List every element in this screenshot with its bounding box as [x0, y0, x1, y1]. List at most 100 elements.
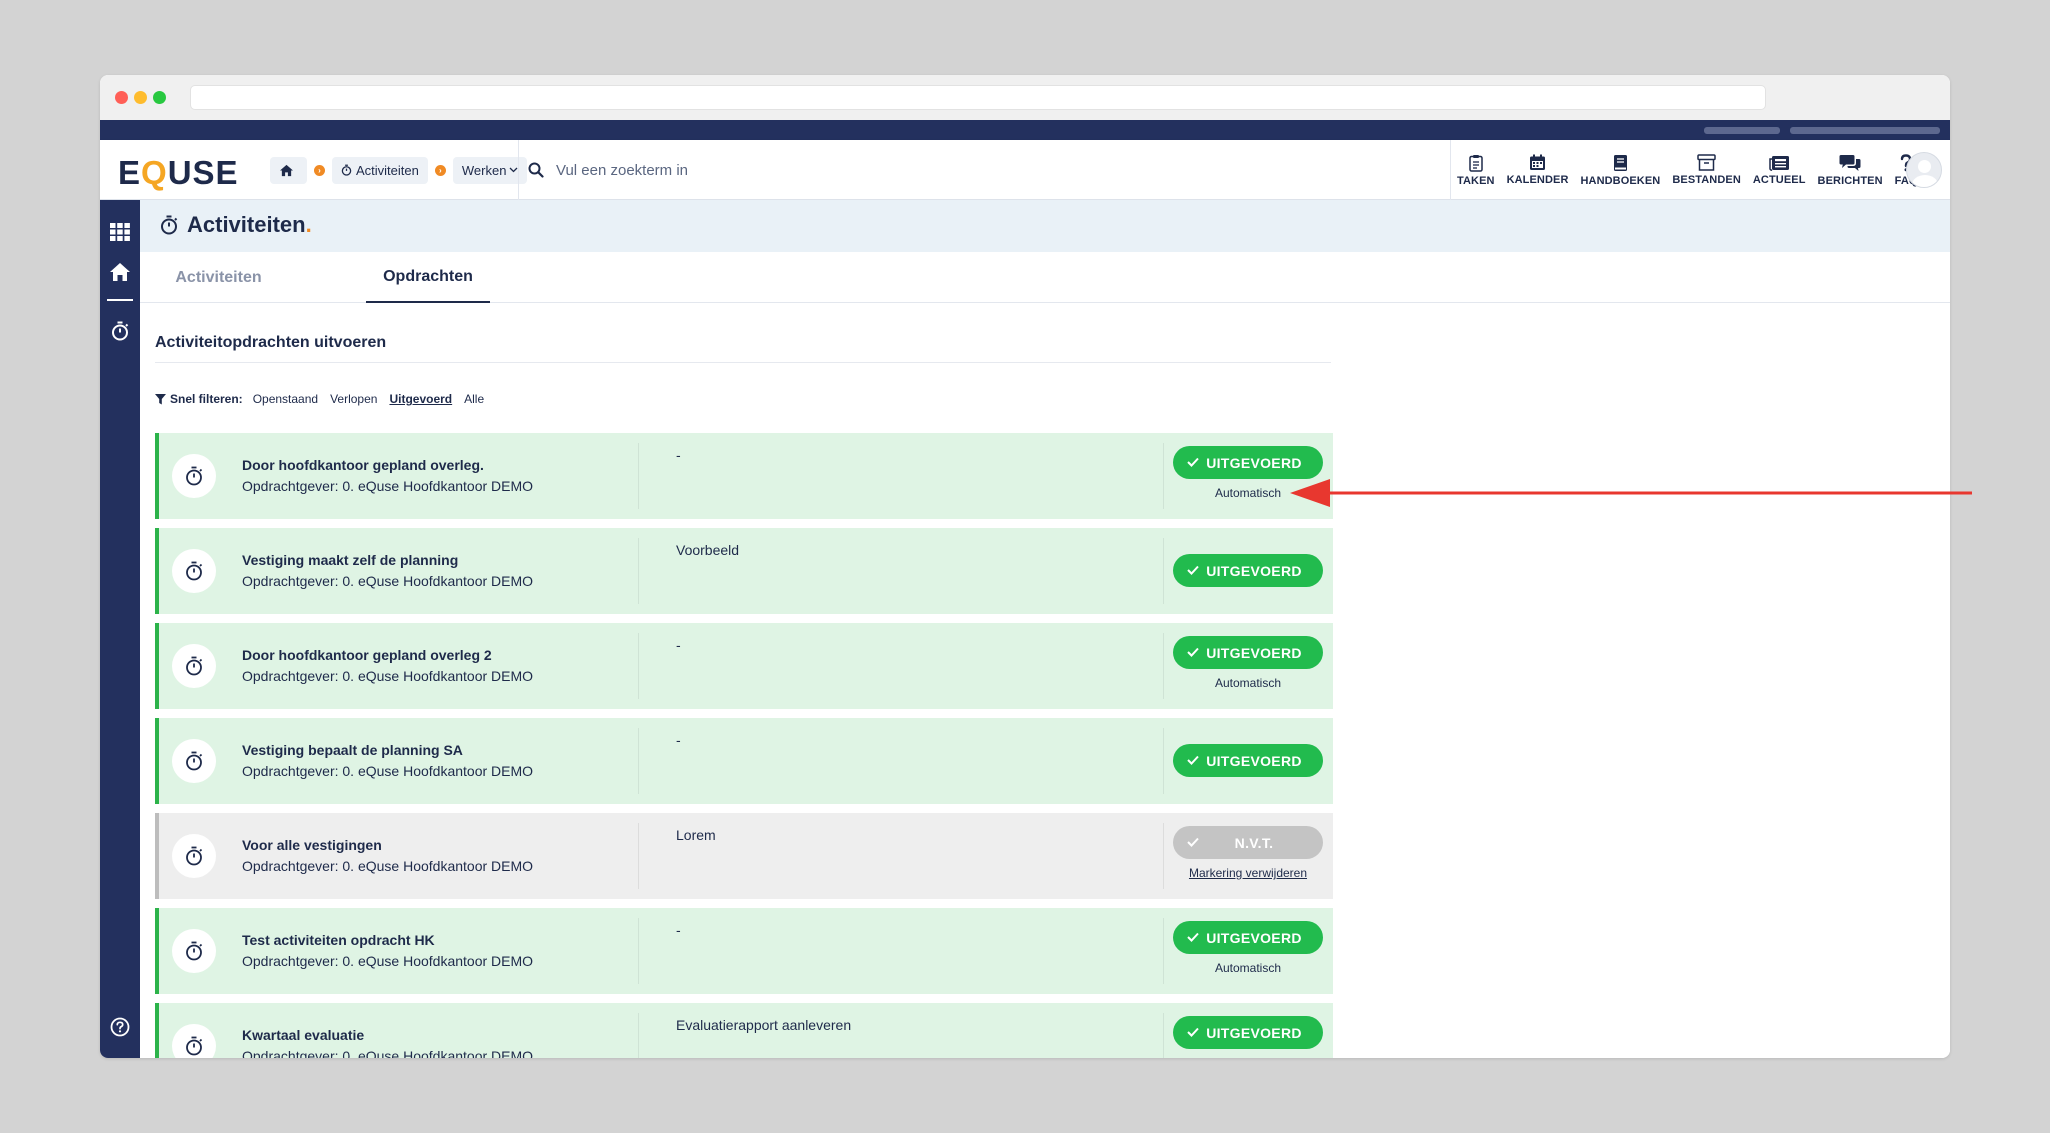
item-note: - [676, 447, 681, 463]
status-label: UITGEVOERD [1206, 752, 1302, 769]
item-title: Door hoofdkantoor gepland overleg. [242, 457, 484, 473]
newspaper-icon [1768, 155, 1789, 171]
filter-label: Snel filteren: [170, 392, 243, 406]
main-content: Activiteiten. Activiteiten Opdrachten Ac… [140, 200, 1950, 1058]
nav-bestanden[interactable]: BESTANDEN [1666, 140, 1747, 200]
close-window-button[interactable] [115, 91, 128, 104]
column-divider [638, 728, 639, 794]
status-badge[interactable]: UITGEVOERD [1173, 554, 1323, 587]
item-note: - [676, 922, 681, 938]
tab-label: Opdrachten [383, 267, 473, 285]
list-item[interactable]: Kwartaal evaluatie Opdrachtgever: 0. eQu… [155, 1003, 1333, 1058]
check-icon [1187, 565, 1199, 575]
check-icon [1187, 1027, 1199, 1037]
avatar[interactable] [1906, 152, 1942, 188]
search-input[interactable] [556, 161, 1156, 179]
column-divider [638, 538, 639, 604]
status-label: UITGEVOERD [1206, 1024, 1302, 1041]
column-divider [1163, 633, 1164, 699]
tab-opdrachten[interactable]: Opdrachten [366, 252, 490, 303]
stopwatch-icon [172, 929, 216, 973]
column-divider [638, 918, 639, 984]
column-divider [1163, 823, 1164, 889]
list-item[interactable]: Test activiteiten opdracht HK Opdrachtge… [155, 908, 1333, 994]
remove-marking-link[interactable]: Markering verwijderen [1173, 866, 1323, 880]
filter-uitgevoerd[interactable]: Uitgevoerd [389, 392, 452, 406]
filter-verlopen[interactable]: Verlopen [330, 392, 377, 406]
stopwatch-icon [172, 834, 216, 878]
help-circle-icon[interactable] [109, 1016, 131, 1038]
list-item[interactable]: Voor alle vestigingen Opdrachtgever: 0. … [155, 813, 1333, 899]
blurred-organisation [1790, 127, 1940, 134]
stopwatch-icon[interactable] [109, 320, 131, 342]
breadcrumb-activiteiten[interactable]: Activiteiten [332, 156, 428, 184]
item-note: - [676, 732, 681, 748]
page-title: Activiteiten. [160, 212, 312, 238]
stopwatch-icon [341, 164, 352, 176]
list-item[interactable]: Door hoofdkantoor gepland overleg 2 Opdr… [155, 623, 1333, 709]
nav-label: ACTUEEL [1752, 173, 1806, 186]
nav-actueel[interactable]: ACTUEEL [1747, 140, 1812, 200]
status-note: Automatisch [1214, 961, 1282, 975]
sidebar-active-indicator [107, 299, 133, 301]
address-bar[interactable] [190, 85, 1766, 110]
stopwatch-icon [161, 215, 178, 235]
list-item[interactable]: Vestiging maakt zelf de planning Opdrach… [155, 528, 1333, 614]
nav-kalender[interactable]: KALENDER [1501, 140, 1575, 200]
nav-label: HANDBOEKEN [1580, 174, 1661, 187]
item-title: Voor alle vestigingen [242, 837, 382, 853]
app-header: EQUSE › Activiteiten › Werken T [100, 140, 1950, 200]
filter-openstaand[interactable]: Openstaand [253, 392, 318, 406]
breadcrumb-werken-dropdown[interactable]: Werken [452, 156, 528, 184]
column-divider [638, 823, 639, 889]
breadcrumb-label-activiteiten: Activiteiten [356, 162, 419, 178]
status-label: UITGEVOERD [1206, 929, 1302, 946]
item-subtitle: Opdrachtgever: 0. eQuse Hoofdkantoor DEM… [242, 953, 534, 969]
tab-label: Activiteiten [175, 268, 262, 286]
nav-taken[interactable]: TAKEN [1451, 140, 1501, 200]
item-title: Vestiging bepaalt de planning SA [242, 742, 463, 758]
stopwatch-icon [172, 549, 216, 593]
column-divider [1163, 728, 1164, 794]
top-nav: TAKEN KALENDER HANDBOEKEN BESTANDEN ACTU… [1450, 140, 1924, 200]
home-icon[interactable] [109, 261, 131, 283]
nav-berichten[interactable]: BERICHTEN [1812, 140, 1889, 200]
status-badge[interactable]: UITGEVOERD [1173, 1016, 1323, 1049]
filter-alle[interactable]: Alle [464, 392, 484, 406]
item-subtitle: Opdrachtgever: 0. eQuse Hoofdkantoor DEM… [242, 763, 534, 779]
clipboard-icon [1469, 154, 1483, 172]
nav-handboeken[interactable]: HANDBOEKEN [1575, 140, 1667, 200]
item-note: - [676, 637, 681, 653]
tab-activiteiten[interactable]: Activiteiten [160, 252, 277, 303]
status-badge[interactable]: UITGEVOERD [1173, 744, 1323, 777]
calendar-icon [1530, 154, 1546, 170]
list-item[interactable]: Door hoofdkantoor gepland overleg. Opdra… [155, 433, 1333, 519]
item-title: Kwartaal evaluatie [242, 1027, 365, 1043]
stopwatch-icon [172, 644, 216, 688]
status-badge[interactable]: UITGEVOERD [1173, 921, 1323, 954]
item-title: Door hoofdkantoor gepland overleg 2 [242, 647, 492, 663]
chevron-right-icon: › [314, 164, 325, 176]
status-badge[interactable]: UITGEVOERD [1173, 636, 1323, 669]
header-divider [518, 140, 519, 200]
stopwatch-icon [172, 1024, 216, 1058]
browser-window: EQUSE › Activiteiten › Werken T [100, 75, 1950, 1058]
quick-filters: Snel filteren: Openstaand Verlopen Uitge… [155, 392, 496, 406]
equse-logo[interactable]: EQUSE [118, 154, 239, 192]
page-title-dot: . [305, 212, 312, 237]
apps-grid-icon[interactable] [109, 221, 131, 243]
maximize-window-button[interactable] [153, 91, 166, 104]
annotation-arrow [1290, 479, 1972, 507]
search-bar [528, 156, 1156, 184]
nav-label: BESTANDEN [1672, 174, 1741, 186]
status-badge[interactable]: N.V.T. [1173, 826, 1323, 859]
minimize-window-button[interactable] [134, 91, 147, 104]
status-badge[interactable]: UITGEVOERD [1173, 446, 1323, 479]
breadcrumb-home[interactable] [270, 156, 307, 184]
status-label: N.V.T. [1234, 834, 1274, 851]
browser-chrome [100, 75, 1950, 120]
section-title: Activiteitopdrachten uitvoeren [155, 334, 387, 351]
list-item[interactable]: Vestiging bepaalt de planning SA Opdrach… [155, 718, 1333, 804]
item-subtitle: Opdrachtgever: 0. eQuse Hoofdkantoor DEM… [242, 1048, 534, 1058]
status-label: UITGEVOERD [1206, 454, 1302, 471]
